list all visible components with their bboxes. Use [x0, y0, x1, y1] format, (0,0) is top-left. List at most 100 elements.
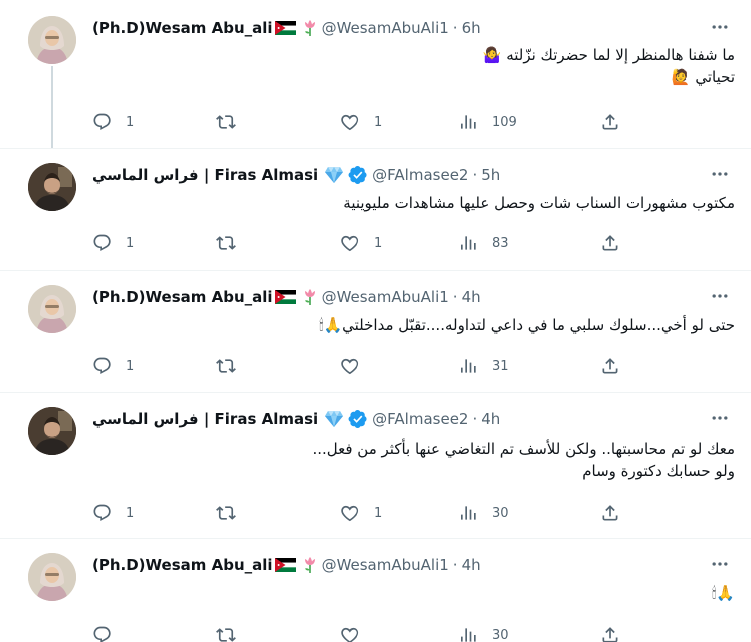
tweet-header: (Ph.D)Wesam Abu_ali @WesamAbuAli1 · 4h	[92, 553, 481, 577]
dot-separator: ·	[472, 410, 478, 428]
tweet[interactable]: (Ph.D)Wesam Abu_ali @WesamAbuAli1 · 6h م…	[0, 0, 751, 148]
avatar[interactable]	[28, 163, 76, 211]
views-button[interactable]: 109	[458, 110, 517, 134]
reply-button[interactable]: 1	[92, 231, 134, 255]
retweet-icon	[216, 625, 236, 642]
tweet-text: مكتوب مشهورات السناب شات وحصل عليها مشاه…	[105, 192, 735, 214]
dot-separator: ·	[452, 288, 458, 306]
retweet-button[interactable]	[216, 354, 250, 378]
retweet-button[interactable]	[216, 110, 250, 134]
author-name[interactable]: (Ph.D)Wesam Abu_ali	[92, 288, 273, 306]
tweet-text: 🙏🕯	[105, 582, 735, 604]
tweet-text-line: حتى لو أخي...سلوك سلبي ما في داعي لتداول…	[319, 316, 735, 334]
more-icon[interactable]	[709, 163, 731, 185]
reply-icon	[92, 233, 112, 253]
more-icon[interactable]	[709, 16, 731, 38]
retweet-icon	[216, 356, 236, 376]
jordan-flag-icon	[275, 21, 296, 35]
share-button[interactable]	[600, 110, 620, 134]
like-button[interactable]	[340, 354, 374, 378]
author-handle[interactable]: @FAlmasee2	[372, 410, 468, 428]
reply-button[interactable]	[92, 623, 126, 642]
timestamp[interactable]: 5h	[481, 166, 500, 184]
reply-count: 1	[126, 114, 135, 130]
verified-badge-icon	[348, 409, 368, 429]
reply-button[interactable]: 1	[92, 110, 134, 134]
more-icon[interactable]	[709, 553, 731, 575]
tweet-header: فراس الماسي | Firas Almasi @FAlmasee2 · …	[92, 163, 500, 187]
timestamp[interactable]: 4h	[462, 288, 481, 306]
more-icon[interactable]	[709, 285, 731, 307]
share-icon	[600, 625, 620, 642]
views-button[interactable]: 30	[458, 501, 509, 525]
timestamp[interactable]: 4h	[462, 556, 481, 574]
timestamp[interactable]: 4h	[481, 410, 500, 428]
tulip-icon	[302, 288, 318, 306]
tweet-text-line: 🙏🕯	[712, 584, 735, 602]
tweet-text-line: ما شفنا هالمنظر إلا لما حضرتك نزّلته 🤷‍♀…	[482, 46, 735, 64]
reply-icon	[92, 356, 112, 376]
retweet-icon	[216, 503, 236, 523]
reply-count: 1	[126, 235, 135, 251]
tweet-header: فراس الماسي | Firas Almasi @FAlmasee2 · …	[92, 407, 500, 431]
views-button[interactable]: 83	[458, 231, 509, 255]
reply-button[interactable]: 1	[92, 354, 134, 378]
timestamp[interactable]: 6h	[462, 19, 481, 37]
retweet-icon	[216, 112, 236, 132]
gem-icon	[324, 166, 344, 184]
share-button[interactable]	[600, 501, 620, 525]
share-button[interactable]	[600, 623, 620, 642]
like-icon	[340, 233, 360, 253]
like-button[interactable]: 1	[340, 231, 382, 255]
reply-icon	[92, 625, 112, 642]
views-icon	[458, 112, 478, 132]
views-button[interactable]: 30	[458, 623, 509, 642]
reply-button[interactable]: 1	[92, 501, 134, 525]
share-icon	[600, 356, 620, 376]
author-name[interactable]: (Ph.D)Wesam Abu_ali	[92, 556, 273, 574]
author-handle[interactable]: @WesamAbuAli1	[322, 288, 449, 306]
views-count: 109	[492, 114, 517, 130]
like-button[interactable]	[340, 623, 374, 642]
avatar[interactable]	[28, 553, 76, 601]
retweet-button[interactable]	[216, 623, 250, 642]
tweet[interactable]: فراس الماسي | Firas Almasi @FAlmasee2 · …	[0, 393, 751, 538]
reply-thread: (Ph.D)Wesam Abu_ali @WesamAbuAli1 · 6h م…	[0, 0, 751, 642]
tweet-text-line: معك لو تم محاسبتها.. ولكن للأسف تم التغا…	[312, 440, 735, 458]
views-icon	[458, 625, 478, 642]
like-button[interactable]: 1	[340, 501, 382, 525]
author-name[interactable]: فراس الماسي | Firas Almasi	[92, 166, 318, 184]
reply-count: 1	[126, 505, 135, 521]
tulip-icon	[302, 19, 318, 37]
verified-badge-icon	[348, 165, 368, 185]
tweet-text-line: ولو حسابك دكتورة وسام	[582, 462, 735, 480]
share-icon	[600, 233, 620, 253]
reply-icon	[92, 503, 112, 523]
author-name[interactable]: فراس الماسي | Firas Almasi	[92, 410, 318, 428]
author-name[interactable]: (Ph.D)Wesam Abu_ali	[92, 19, 273, 37]
retweet-button[interactable]	[216, 501, 250, 525]
tweet-text: معك لو تم محاسبتها.. ولكن للأسف تم التغا…	[105, 438, 735, 482]
tweet[interactable]: (Ph.D)Wesam Abu_ali @WesamAbuAli1 · 4h 🙏…	[0, 539, 751, 642]
retweet-button[interactable]	[216, 231, 250, 255]
share-button[interactable]	[600, 231, 620, 255]
more-icon[interactable]	[709, 407, 731, 429]
views-button[interactable]: 31	[458, 354, 509, 378]
like-icon	[340, 356, 360, 376]
tweet[interactable]: (Ph.D)Wesam Abu_ali @WesamAbuAli1 · 4h ح…	[0, 271, 751, 392]
jordan-flag-icon	[275, 290, 296, 304]
like-button[interactable]: 1	[340, 110, 382, 134]
share-button[interactable]	[600, 354, 620, 378]
tweet-header: (Ph.D)Wesam Abu_ali @WesamAbuAli1 · 6h	[92, 16, 481, 40]
like-icon	[340, 112, 360, 132]
author-handle[interactable]: @WesamAbuAli1	[322, 19, 449, 37]
avatar[interactable]	[28, 407, 76, 455]
tweet-text-line: مكتوب مشهورات السناب شات وحصل عليها مشاه…	[343, 194, 735, 212]
tweet[interactable]: فراس الماسي | Firas Almasi @FAlmasee2 · …	[0, 149, 751, 270]
avatar[interactable]	[28, 285, 76, 333]
author-handle[interactable]: @WesamAbuAli1	[322, 556, 449, 574]
author-handle[interactable]: @FAlmasee2	[372, 166, 468, 184]
tweet-text: ما شفنا هالمنظر إلا لما حضرتك نزّلته 🤷‍♀…	[105, 44, 735, 88]
avatar[interactable]	[28, 16, 76, 64]
views-icon	[458, 356, 478, 376]
